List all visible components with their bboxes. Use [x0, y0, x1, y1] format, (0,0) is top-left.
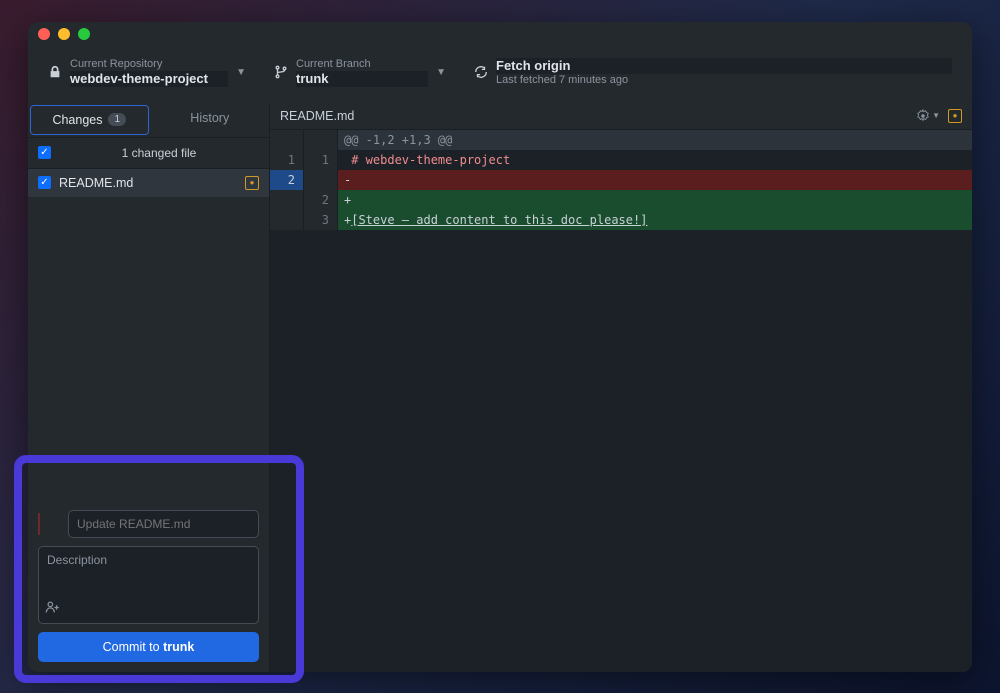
commit-button-branch: trunk	[163, 640, 194, 654]
file-name: README.md	[59, 176, 133, 190]
line-number-old	[270, 130, 304, 150]
diff-content: @@ -1,2 +1,3 @@ 1 1 # webdev-theme-proje…	[270, 130, 972, 230]
changed-files-header: ✓ 1 changed file	[28, 138, 269, 169]
tab-changes[interactable]: Changes 1	[30, 105, 149, 135]
branch-icon	[274, 65, 288, 79]
diff-filename: README.md	[280, 109, 354, 123]
close-window-button[interactable]	[38, 28, 50, 40]
diff-line[interactable]: 1 1 # webdev-theme-project	[270, 150, 972, 170]
line-number-old: 2	[270, 170, 304, 190]
diff-line-content: # webdev-theme-project	[338, 150, 972, 170]
file-row[interactable]: ✓ README.md ●	[28, 169, 269, 197]
commit-description-input[interactable]: Description	[38, 546, 259, 624]
diff-line[interactable]: 2 +	[270, 190, 972, 210]
app-window: Current Repository webdev-theme-project …	[28, 22, 972, 672]
line-number-old	[270, 190, 304, 210]
window-titlebar	[28, 22, 972, 40]
commit-button-prefix: Commit to	[103, 640, 163, 654]
file-checkbox[interactable]: ✓	[38, 176, 51, 189]
fetch-label: Fetch origin	[496, 58, 952, 74]
changes-count-badge: 1	[108, 113, 126, 126]
repo-selector[interactable]: Current Repository webdev-theme-project …	[38, 52, 256, 93]
branch-selector[interactable]: Current Branch trunk ▼	[264, 52, 456, 93]
line-number-new	[304, 130, 338, 150]
tab-changes-label: Changes	[52, 113, 102, 127]
sync-icon	[474, 65, 488, 79]
select-all-checkbox[interactable]: ✓	[38, 146, 51, 159]
repo-selector-value: webdev-theme-project	[70, 71, 228, 87]
modified-icon: ●	[948, 109, 962, 123]
avatar	[38, 513, 60, 535]
diff-hunk-header: @@ -1,2 +1,3 @@	[338, 130, 972, 150]
minimize-window-button[interactable]	[58, 28, 70, 40]
diff-line[interactable]: 2 -	[270, 170, 972, 190]
changed-files-count: 1 changed file	[59, 146, 259, 160]
commit-panel: Description Commit to trunk	[28, 500, 269, 672]
chevron-down-icon: ▼	[236, 67, 246, 78]
diff-line-content: +[Steve — add content to this doc please…	[338, 210, 972, 230]
tab-history-label: History	[190, 111, 229, 125]
fetch-detail: Last fetched 7 minutes ago	[496, 74, 952, 87]
diff-line-content: -	[338, 170, 972, 190]
diff-view: README.md ▼ ● @@ -1,2 +1,3 @@ 1 1 # webd	[270, 103, 972, 672]
sidebar-tabs: Changes 1 History	[28, 103, 269, 138]
branch-selector-label: Current Branch	[296, 58, 428, 71]
maximize-window-button[interactable]	[78, 28, 90, 40]
tab-history[interactable]: History	[151, 103, 270, 137]
diff-line[interactable]: 3 +[Steve — add content to this doc plea…	[270, 210, 972, 230]
lock-icon	[48, 65, 62, 79]
modified-icon: ●	[245, 176, 259, 190]
content-area: Changes 1 History ✓ 1 changed file ✓ REA…	[28, 103, 972, 672]
commit-summary-input[interactable]	[68, 510, 259, 538]
description-placeholder: Description	[47, 553, 107, 567]
line-number-new: 2	[304, 190, 338, 210]
diff-header: README.md ▼ ●	[270, 103, 972, 130]
line-number-new: 3	[304, 210, 338, 230]
chevron-down-icon: ▼	[436, 67, 446, 78]
line-number-old: 1	[270, 150, 304, 170]
branch-selector-value: trunk	[296, 71, 428, 87]
repo-selector-label: Current Repository	[70, 58, 228, 71]
fetch-button[interactable]: Fetch origin Last fetched 7 minutes ago	[464, 52, 962, 93]
sidebar: Changes 1 History ✓ 1 changed file ✓ REA…	[28, 103, 270, 672]
diff-line-content: +	[338, 190, 972, 210]
add-coauthor-icon[interactable]	[45, 600, 61, 617]
commit-button[interactable]: Commit to trunk	[38, 632, 259, 662]
diff-settings-button[interactable]: ▼	[916, 109, 940, 123]
line-number-new: 1	[304, 150, 338, 170]
line-number-old	[270, 210, 304, 230]
line-number-new	[304, 170, 338, 190]
toolbar: Current Repository webdev-theme-project …	[28, 40, 972, 103]
